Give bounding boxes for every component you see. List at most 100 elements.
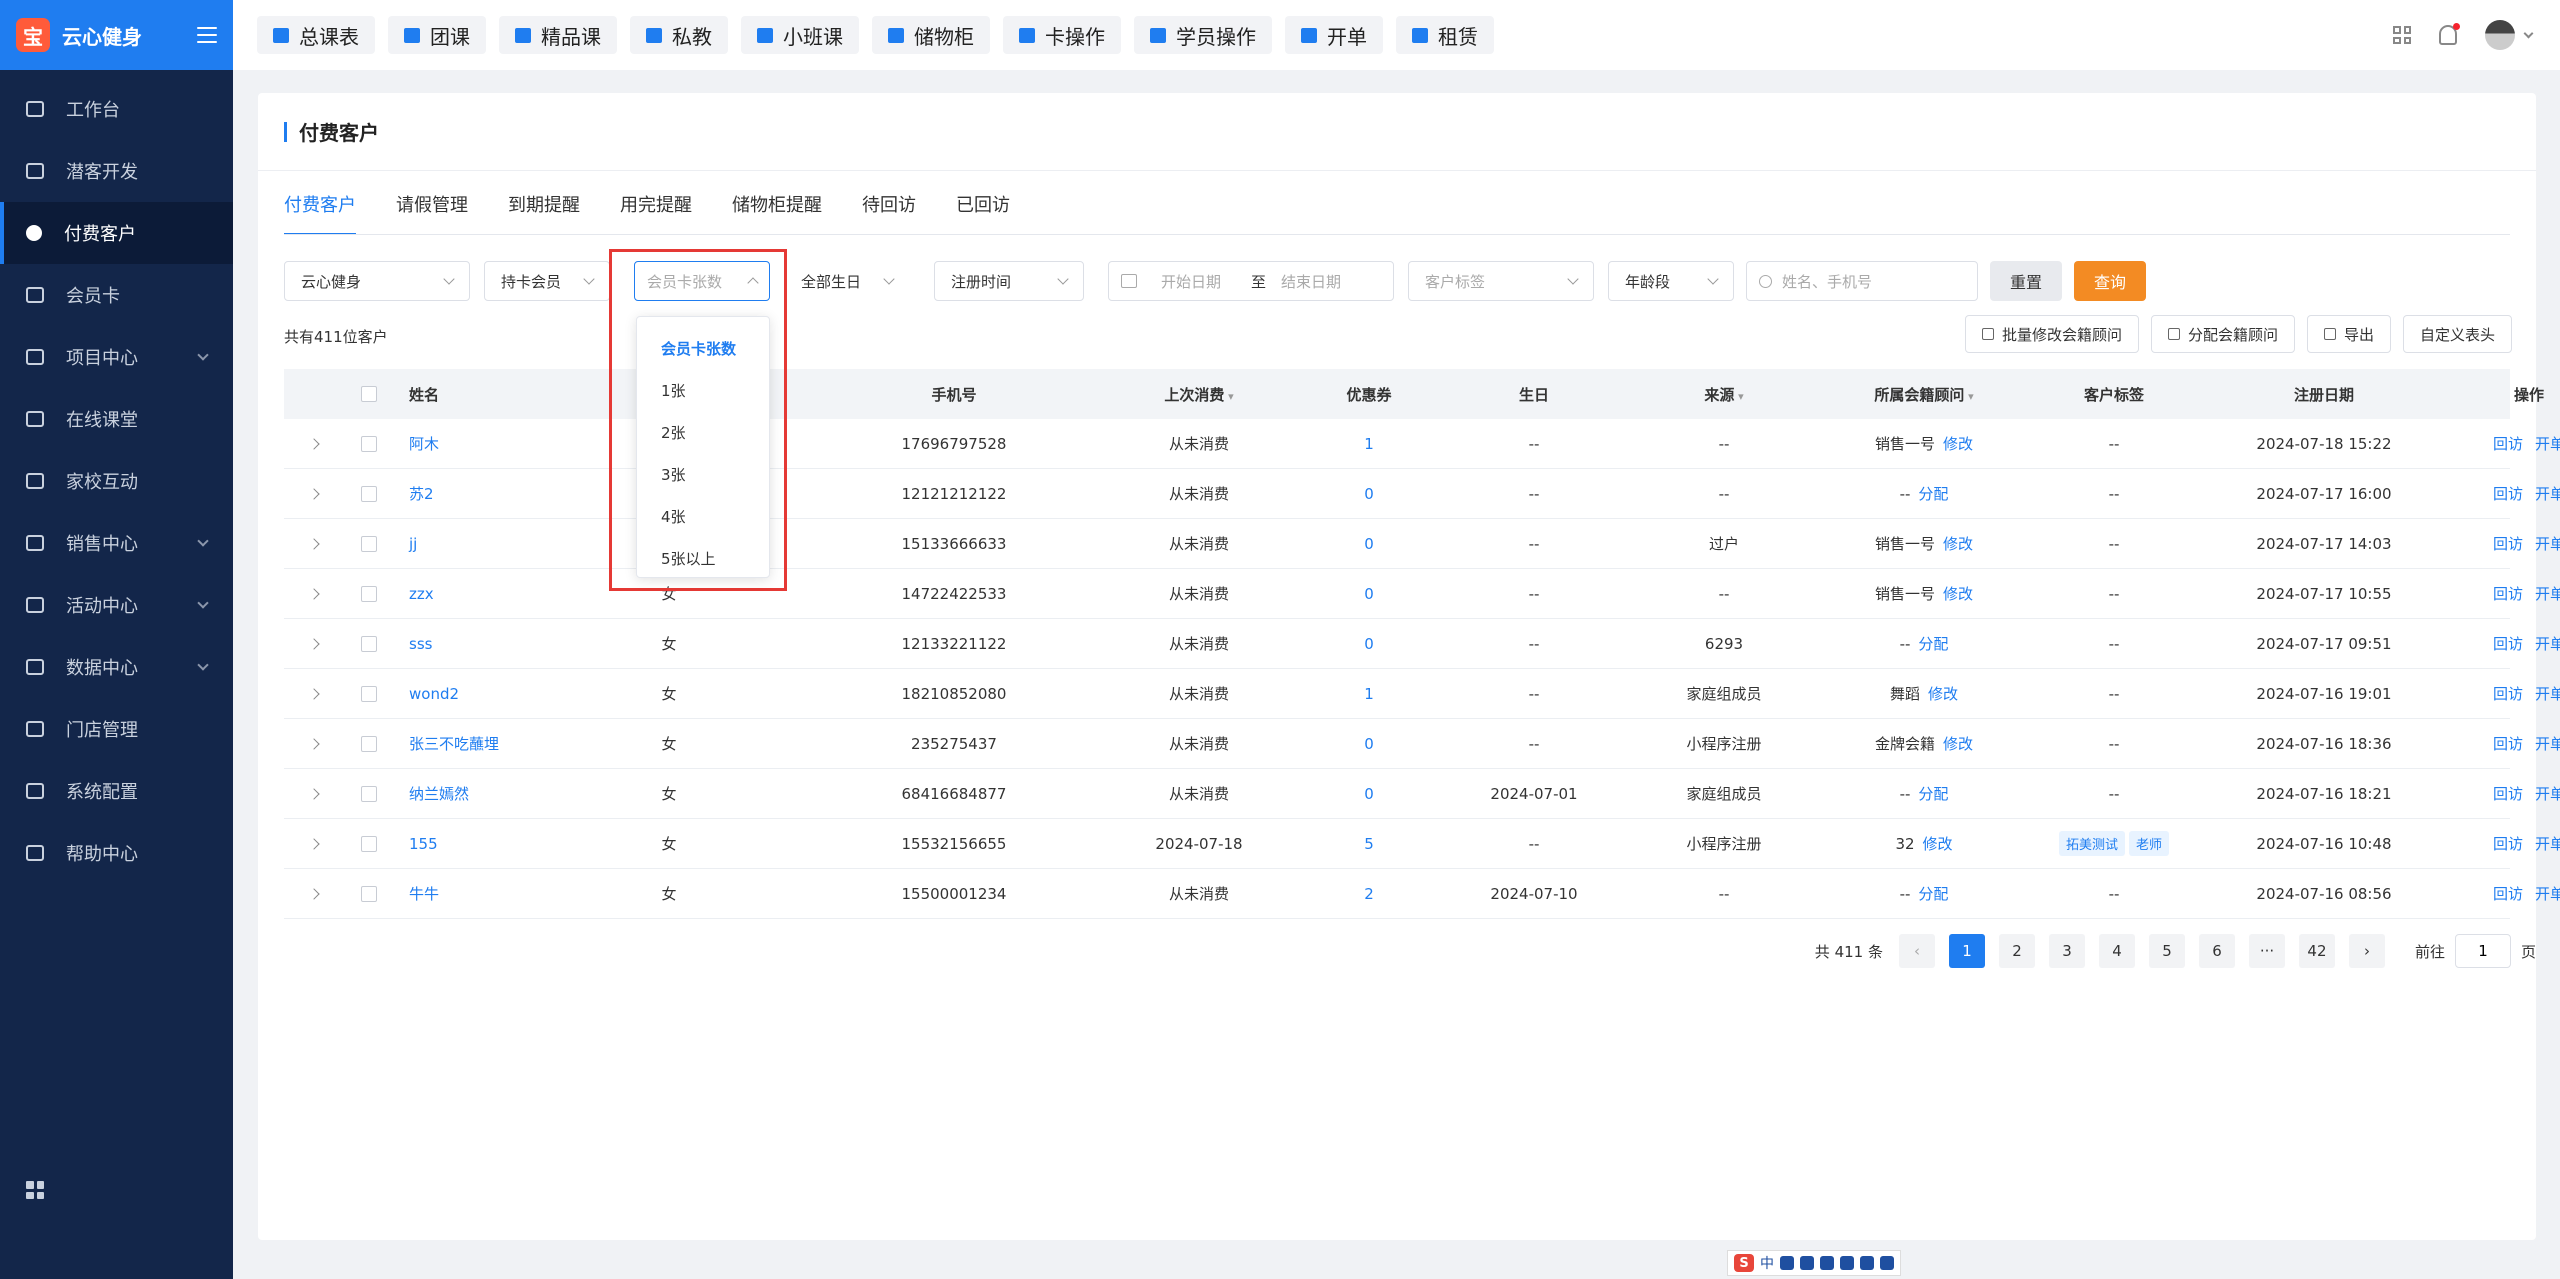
table-action-button[interactable]: 导出 (2306, 315, 2391, 353)
reset-button[interactable]: 重置 (1990, 261, 2062, 301)
advisor-edit-link[interactable]: 分配 (1918, 785, 1948, 803)
ime-skin-icon[interactable] (1860, 1256, 1874, 1270)
row-checkbox[interactable] (361, 535, 377, 552)
row-checkbox[interactable] (361, 735, 377, 752)
age-range-select[interactable]: 年龄段 (1608, 261, 1734, 301)
tab-item[interactable]: 到期提醒 (508, 191, 580, 235)
tab-item[interactable]: 用完提醒 (620, 191, 692, 235)
advisor-edit-link[interactable]: 分配 (1918, 635, 1948, 653)
advisor-edit-link[interactable]: 修改 (1943, 585, 1973, 603)
row-checkbox[interactable] (361, 585, 377, 602)
query-button[interactable]: 查询 (2074, 261, 2146, 301)
sidebar-item-3[interactable]: 会员卡 (0, 264, 233, 326)
dropdown-option[interactable]: 1张 (637, 369, 769, 411)
chevron-right-icon[interactable] (308, 537, 320, 550)
revisit-link[interactable]: 回访 (2493, 485, 2523, 503)
next-page-icon[interactable]: › (2348, 934, 2385, 968)
quick-action-button[interactable]: 精品课 (499, 16, 617, 54)
coupon-count-link[interactable]: 0 (1294, 635, 1444, 653)
chevron-right-icon[interactable] (308, 887, 320, 900)
prev-page-icon[interactable]: ‹ (1898, 934, 1935, 968)
row-checkbox[interactable] (361, 885, 377, 902)
page-button[interactable]: 5 (2148, 934, 2185, 968)
ime-keyboard-icon[interactable] (1840, 1256, 1854, 1270)
sidebar-item-12[interactable]: 帮助中心 (0, 822, 233, 884)
sidebar-item-10[interactable]: 门店管理 (0, 698, 233, 760)
quick-action-button[interactable]: 私教 (630, 16, 728, 54)
date-end[interactable]: 结束日期 (1281, 271, 1371, 292)
grid-icon[interactable] (2393, 26, 2411, 44)
row-checkbox[interactable] (361, 635, 377, 652)
sidebar-item-6[interactable]: 家校互动 (0, 450, 233, 512)
store-select[interactable]: 云心健身 (284, 261, 470, 301)
advisor-edit-link[interactable]: 分配 (1918, 885, 1948, 903)
row-checkbox[interactable] (361, 435, 377, 452)
header-source[interactable]: 来源 (1624, 384, 1824, 405)
quick-action-button[interactable]: 小班课 (741, 16, 859, 54)
quick-action-button[interactable]: 储物柜 (872, 16, 990, 54)
customer-name-link[interactable]: 纳兰嫣然 (394, 783, 654, 804)
open-order-link[interactable]: 开单 (2535, 885, 2560, 903)
open-order-link[interactable]: 开单 (2535, 435, 2560, 453)
dropdown-option[interactable]: 会员卡张数 (637, 327, 769, 369)
tab-item[interactable]: 付费客户 (284, 191, 356, 235)
open-order-link[interactable]: 开单 (2535, 635, 2560, 653)
table-action-button[interactable]: 分配会籍顾问 (2150, 315, 2295, 353)
revisit-link[interactable]: 回访 (2493, 585, 2523, 603)
quick-action-button[interactable]: 卡操作 (1003, 16, 1121, 54)
reg-time-select[interactable]: 注册时间 (934, 261, 1084, 301)
chevron-right-icon[interactable] (308, 837, 320, 850)
open-order-link[interactable]: 开单 (2535, 585, 2560, 603)
page-button[interactable]: 3 (2048, 934, 2085, 968)
page-button[interactable]: 42 (2298, 934, 2335, 968)
revisit-link[interactable]: 回访 (2493, 435, 2523, 453)
open-order-link[interactable]: 开单 (2535, 835, 2560, 853)
sidebar-item-1[interactable]: 潜客开发 (0, 140, 233, 202)
customer-name-link[interactable]: wond2 (394, 685, 654, 703)
row-checkbox[interactable] (361, 485, 377, 502)
chevron-right-icon[interactable] (308, 637, 320, 650)
avatar[interactable] (2485, 20, 2515, 50)
dropdown-option[interactable]: 3张 (637, 453, 769, 495)
dropdown-option[interactable]: 5张以上 (637, 537, 769, 579)
coupon-count-link[interactable]: 0 (1294, 735, 1444, 753)
coupon-count-link[interactable]: 5 (1294, 835, 1444, 853)
revisit-link[interactable]: 回访 (2493, 635, 2523, 653)
row-checkbox[interactable] (361, 785, 377, 802)
dropdown-option[interactable]: 2张 (637, 411, 769, 453)
dropdown-option[interactable]: 4张 (637, 495, 769, 537)
table-action-button[interactable]: 批量修改会籍顾问 (1964, 315, 2139, 353)
customer-name-link[interactable]: 牛牛 (394, 883, 654, 904)
customer-name-link[interactable]: 张三不吃蘸埋 (394, 733, 654, 754)
sidebar-item-7[interactable]: 销售中心 (0, 512, 233, 574)
page-button[interactable]: 6 (2198, 934, 2235, 968)
quick-action-button[interactable]: 开单 (1285, 16, 1383, 54)
page-button[interactable]: 1 (1948, 934, 1985, 968)
sidebar-item-5[interactable]: 在线课堂 (0, 388, 233, 450)
customer-name-link[interactable]: 155 (394, 835, 654, 853)
chevron-right-icon[interactable] (308, 687, 320, 700)
revisit-link[interactable]: 回访 (2493, 535, 2523, 553)
ime-menu-icon[interactable] (1880, 1256, 1894, 1270)
advisor-edit-link[interactable]: 修改 (1928, 685, 1958, 703)
search-input[interactable]: 姓名、手机号 (1746, 261, 1978, 301)
open-order-link[interactable]: 开单 (2535, 485, 2560, 503)
header-advisor[interactable]: 所属会籍顾问 (1824, 384, 2024, 405)
ime-punct-icon[interactable] (1780, 1256, 1794, 1270)
row-checkbox[interactable] (361, 685, 377, 702)
coupon-count-link[interactable]: 2 (1294, 885, 1444, 903)
chevron-right-icon[interactable] (308, 787, 320, 800)
open-order-link[interactable]: 开单 (2535, 685, 2560, 703)
select-all-checkbox[interactable] (361, 386, 377, 402)
sidebar-item-0[interactable]: 工作台 (0, 78, 233, 140)
ime-emoji-icon[interactable] (1800, 1256, 1814, 1270)
sidebar-item-8[interactable]: 活动中心 (0, 574, 233, 636)
revisit-link[interactable]: 回访 (2493, 735, 2523, 753)
revisit-link[interactable]: 回访 (2493, 885, 2523, 903)
sidebar-item-11[interactable]: 系统配置 (0, 760, 233, 822)
member-type-select[interactable]: 持卡会员 (484, 261, 610, 301)
date-range-picker[interactable]: 开始日期 至 结束日期 (1108, 261, 1394, 301)
page-button[interactable]: ··· (2248, 934, 2285, 968)
ime-mic-icon[interactable] (1820, 1256, 1834, 1270)
chevron-right-icon[interactable] (308, 437, 320, 450)
